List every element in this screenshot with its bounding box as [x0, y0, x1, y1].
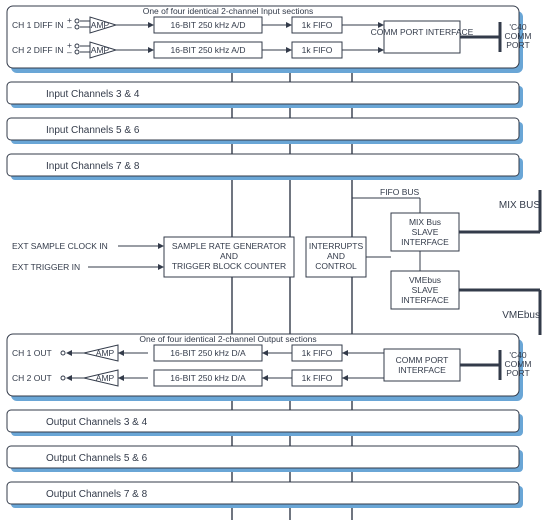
- svg-text:VMEbus: VMEbus: [409, 275, 441, 285]
- comm-port-interface-in: [384, 21, 460, 53]
- ch1-diff-in-label: CH 1 DIFF IN: [12, 20, 63, 30]
- svg-text:COMM PORTINTERFACE: COMM PORTINTERFACE: [396, 355, 449, 375]
- svg-text:INTERRUPTS: INTERRUPTS: [309, 241, 364, 251]
- svg-text:Input Channels 7 & 8: Input Channels 7 & 8: [46, 161, 140, 172]
- output-section: One of four identical 2-channel Output s…: [7, 334, 531, 401]
- output-channels-3-4: Output Channels 3 & 4: [7, 410, 523, 436]
- svg-text:AMP: AMP: [96, 348, 115, 358]
- svg-text:CONTROL: CONTROL: [315, 261, 357, 271]
- svg-text:1k FIFO: 1k FIFO: [302, 373, 333, 383]
- svg-text:AND: AND: [220, 251, 238, 261]
- svg-text:MIX Bus: MIX Bus: [409, 217, 441, 227]
- input-section: One of four identical 2-channel Input se…: [7, 6, 531, 73]
- input-channels-3-4: Input Channels 3 & 4: [7, 82, 523, 108]
- svg-text:1k FIFO: 1k FIFO: [302, 348, 333, 358]
- mix-bus-label: MIX BUS: [499, 200, 540, 211]
- svg-text:16-BIT 250 kHz A/D: 16-BIT 250 kHz A/D: [171, 20, 246, 30]
- svg-text:–: –: [67, 22, 72, 32]
- comm-port-label-in: 'C40COMMPORT: [505, 22, 532, 50]
- output-channels-5-6: Output Channels 5 & 6: [7, 446, 523, 472]
- svg-text:AMP: AMP: [91, 20, 110, 30]
- svg-text:SAMPLE RATE GENERATOR: SAMPLE RATE GENERATOR: [172, 241, 286, 251]
- svg-text:Output Channels 3 & 4: Output Channels 3 & 4: [46, 417, 148, 428]
- svg-text:TRIGGER BLOCK COUNTER: TRIGGER BLOCK COUNTER: [172, 261, 286, 271]
- svg-text:1k FIFO: 1k FIFO: [302, 45, 333, 55]
- svg-text:Output Channels 5 & 6: Output Channels 5 & 6: [46, 453, 148, 464]
- svg-text:16-BIT 250 kHz A/D: 16-BIT 250 kHz A/D: [171, 45, 246, 55]
- svg-text:SLAVE: SLAVE: [412, 227, 439, 237]
- ch1-out-label: CH 1 OUT: [12, 348, 52, 358]
- svg-text:–: –: [67, 47, 72, 57]
- vmebus-label: VMEbus: [502, 310, 540, 321]
- svg-text:Output Channels 7 & 8: Output Channels 7 & 8: [46, 489, 148, 500]
- svg-text:16-BIT 250 kHz D/A: 16-BIT 250 kHz D/A: [170, 348, 246, 358]
- svg-text:COMM PORT INTERFACE: COMM PORT INTERFACE: [371, 27, 474, 37]
- input-section-title: One of four identical 2-channel Input se…: [143, 6, 314, 16]
- ext-sample-clock-label: EXT SAMPLE CLOCK IN: [12, 241, 108, 251]
- svg-text:1k FIFO: 1k FIFO: [302, 20, 333, 30]
- fifo-bus-label: FIFO BUS: [380, 187, 420, 197]
- svg-text:AND: AND: [327, 251, 345, 261]
- output-channels-7-8: Output Channels 7 & 8: [7, 482, 523, 508]
- svg-text:Input Channels 5 & 6: Input Channels 5 & 6: [46, 125, 140, 136]
- svg-text:INTERFACE: INTERFACE: [401, 295, 449, 305]
- output-section-title: One of four identical 2-channel Output s…: [139, 334, 316, 344]
- ch2-out-label: CH 2 OUT: [12, 373, 52, 383]
- svg-text:INTERFACE: INTERFACE: [401, 237, 449, 247]
- diagram: One of four identical 2-channel Input se…: [0, 0, 547, 527]
- svg-text:SLAVE: SLAVE: [412, 285, 439, 295]
- svg-text:Input Channels 3 & 4: Input Channels 3 & 4: [46, 89, 140, 100]
- input-channels-5-6: Input Channels 5 & 6: [7, 118, 523, 144]
- ch2-diff-in-label: CH 2 DIFF IN: [12, 45, 63, 55]
- svg-text:16-BIT 250 kHz D/A: 16-BIT 250 kHz D/A: [170, 373, 246, 383]
- svg-text:AMP: AMP: [91, 45, 110, 55]
- ext-trigger-label: EXT TRIGGER IN: [12, 262, 80, 272]
- svg-text:AMP: AMP: [96, 373, 115, 383]
- input-channels-7-8: Input Channels 7 & 8: [7, 154, 523, 180]
- comm-port-label-out: 'C40COMMPORT: [505, 350, 532, 378]
